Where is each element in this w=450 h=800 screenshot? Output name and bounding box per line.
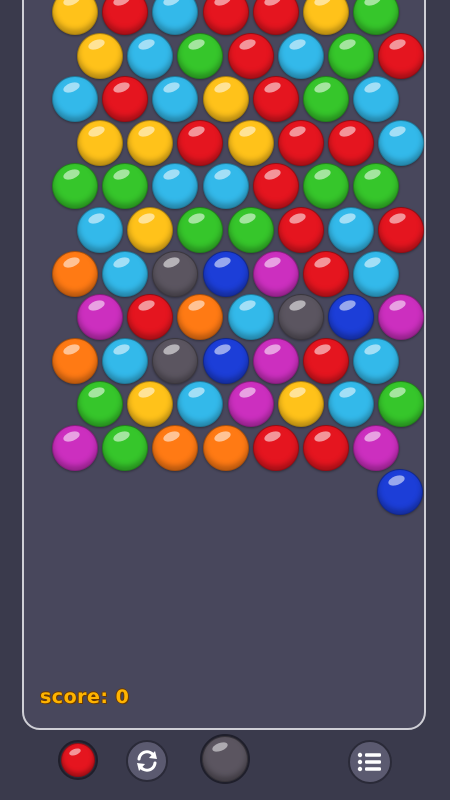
bubble-red bbox=[252, 163, 299, 210]
bubble-blue bbox=[328, 294, 374, 341]
bubble-yellow bbox=[127, 119, 174, 166]
game-board[interactable] bbox=[22, 0, 426, 730]
bubble-red bbox=[252, 425, 299, 471]
bubble-red bbox=[303, 250, 349, 297]
bubble-yellow bbox=[303, 0, 349, 35]
bubble-orange bbox=[52, 250, 98, 297]
bubble-orange bbox=[177, 294, 224, 341]
bubble-magenta bbox=[378, 294, 425, 341]
next-bubble bbox=[61, 743, 95, 777]
bubble-red bbox=[303, 337, 349, 384]
bubble-green bbox=[303, 163, 349, 210]
bubble-cyan bbox=[152, 163, 199, 210]
bubble-yellow bbox=[227, 119, 274, 166]
swap-button[interactable] bbox=[126, 740, 168, 782]
bubble-cyan bbox=[227, 294, 274, 341]
menu-button[interactable] bbox=[348, 740, 392, 784]
bubble-cyan bbox=[102, 337, 149, 384]
bubble-green bbox=[378, 381, 425, 428]
bubble-cyan bbox=[353, 250, 400, 297]
bubble-red bbox=[328, 119, 374, 166]
bubble-green bbox=[102, 425, 149, 471]
bubble-yellow bbox=[77, 119, 123, 166]
bubble-red bbox=[102, 76, 149, 123]
bubble-green bbox=[353, 0, 400, 35]
bubble-green bbox=[227, 207, 274, 253]
bubble-red bbox=[378, 32, 425, 79]
bubble-yellow bbox=[277, 381, 324, 428]
bubble-green bbox=[177, 32, 224, 79]
bubble-magenta bbox=[77, 294, 123, 341]
bubble-yellow bbox=[52, 0, 98, 35]
shooter-bubble[interactable] bbox=[202, 736, 248, 782]
bubble-cyan bbox=[353, 337, 400, 384]
shooter-slot[interactable] bbox=[200, 734, 250, 784]
bubble-orange bbox=[202, 425, 249, 471]
bubble-cyan bbox=[328, 207, 374, 253]
bubble-green bbox=[328, 32, 374, 79]
menu-list-icon bbox=[357, 752, 381, 772]
bubble-cyan bbox=[328, 381, 374, 428]
bubble-red bbox=[227, 32, 274, 79]
bubble-cyan bbox=[52, 76, 98, 123]
bubble-cyan bbox=[127, 32, 174, 79]
bubble-blue bbox=[202, 337, 249, 384]
bubble-orange bbox=[152, 425, 199, 471]
bubble-cyan bbox=[202, 163, 249, 210]
bubble-magenta bbox=[227, 381, 274, 428]
bubble-red bbox=[378, 207, 425, 253]
bubble-cyan bbox=[152, 0, 199, 35]
bubble-green bbox=[102, 163, 149, 210]
bubble-magenta bbox=[252, 250, 299, 297]
bubble-cyan bbox=[102, 250, 149, 297]
bubble-gray bbox=[152, 337, 199, 384]
bubble-yellow bbox=[77, 32, 123, 79]
bubble-magenta bbox=[52, 425, 98, 471]
bubble-blue bbox=[202, 250, 249, 297]
bubble-cyan bbox=[177, 381, 224, 428]
bubble-green bbox=[177, 207, 224, 253]
bubble-red bbox=[303, 425, 349, 471]
bubble-magenta bbox=[252, 337, 299, 384]
bubble-red bbox=[252, 76, 299, 123]
bubble-red bbox=[202, 0, 249, 35]
bubble-green bbox=[77, 381, 123, 428]
bubble-red bbox=[127, 294, 174, 341]
bubble-yellow bbox=[202, 76, 249, 123]
bubble-gray bbox=[152, 250, 199, 297]
next-bubble-slot bbox=[58, 740, 98, 780]
bubble-magenta bbox=[353, 425, 400, 471]
bubble-gray bbox=[277, 294, 324, 341]
bubble-blue bbox=[377, 469, 423, 515]
bubble-cyan bbox=[77, 207, 123, 253]
bubble-red bbox=[277, 119, 324, 166]
bubble-green bbox=[52, 163, 98, 210]
bubble-red bbox=[252, 0, 299, 35]
bubble-red bbox=[177, 119, 224, 166]
bubble-cyan bbox=[378, 119, 425, 166]
bubble-yellow bbox=[127, 207, 174, 253]
bubble-cyan bbox=[353, 76, 400, 123]
bubble-yellow bbox=[127, 381, 174, 428]
swap-icon bbox=[137, 750, 157, 772]
bubble-red bbox=[102, 0, 149, 35]
bubble-orange bbox=[52, 337, 98, 384]
score-label: score: 0 bbox=[40, 686, 130, 708]
bubble-cyan bbox=[277, 32, 324, 79]
bubble-green bbox=[353, 163, 400, 210]
bubble-cyan bbox=[152, 76, 199, 123]
bubble-green bbox=[303, 76, 349, 123]
bubble-red bbox=[277, 207, 324, 253]
